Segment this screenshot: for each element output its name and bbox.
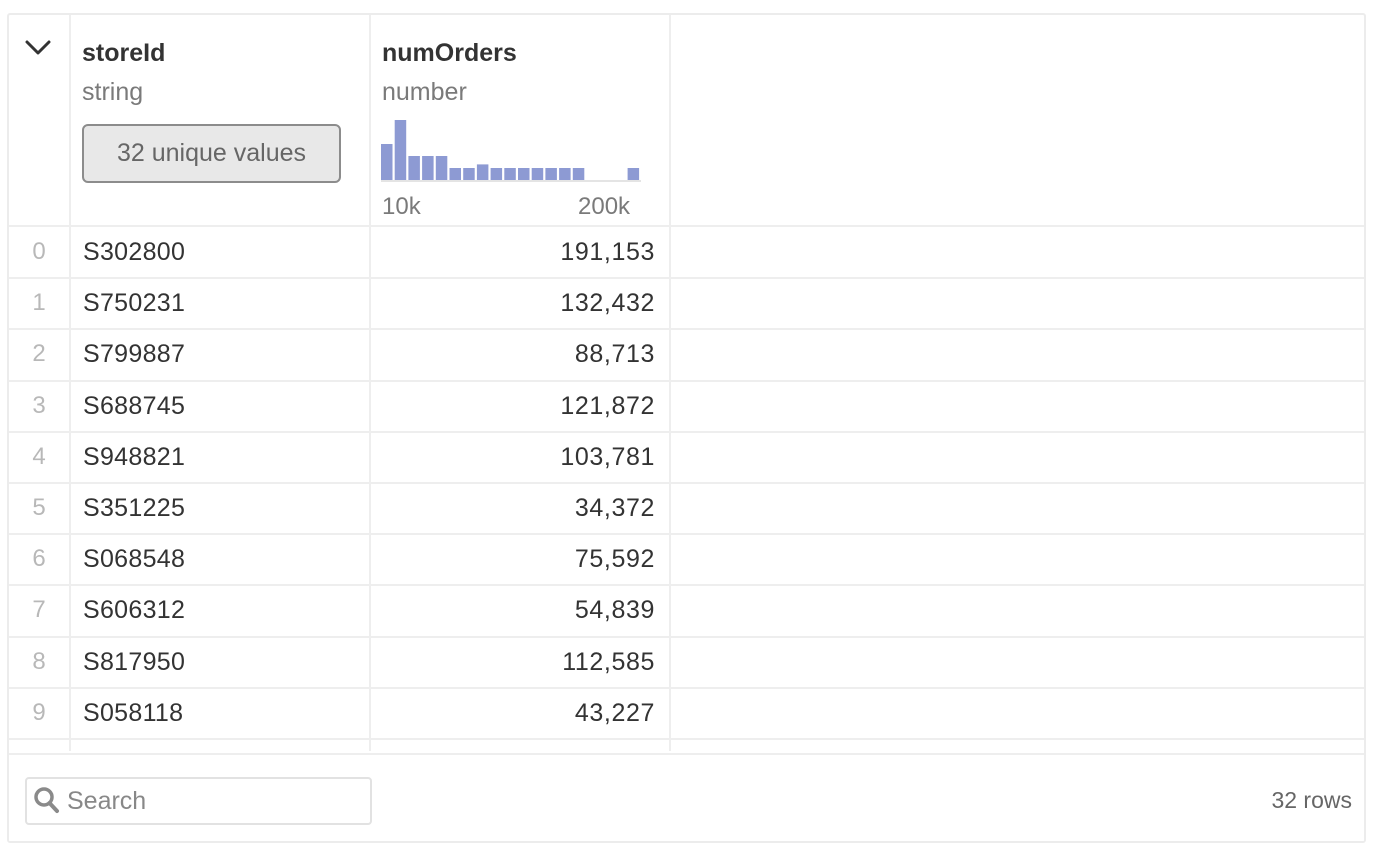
collapse-toggle-button[interactable] (21, 33, 55, 63)
histogram-bar[interactable] (531, 168, 544, 180)
cell-storeid: S948821 (83, 442, 186, 471)
cell-numorders: 43,227 (574, 698, 655, 727)
histogram-bar[interactable] (422, 156, 434, 180)
row-index: 0 (32, 238, 46, 265)
column-divider (369, 15, 371, 751)
row-index: 5 (32, 494, 46, 521)
histogram-bar[interactable] (381, 144, 393, 180)
histogram-bar[interactable] (449, 168, 462, 180)
row-divider (9, 738, 1364, 740)
histogram-max-label: 200k (578, 193, 631, 220)
search-box[interactable] (25, 777, 372, 825)
histogram-bar[interactable] (572, 168, 585, 180)
column-header-numorders[interactable]: numOrders (382, 39, 517, 68)
row-divider (9, 482, 1364, 484)
row-index: 9 (32, 698, 46, 726)
cell-numorders: 88,713 (574, 340, 655, 369)
row-divider (9, 430, 1364, 433)
table-footer: 32 rows (9, 753, 1364, 841)
header-divider (9, 225, 1364, 227)
histogram-bar[interactable] (408, 156, 420, 180)
data-table: storeId string 32 unique values numOrder… (7, 13, 1366, 843)
row-divider (9, 277, 1364, 280)
cell-numorders: 34,372 (574, 494, 655, 522)
cell-storeid: S688745 (83, 391, 186, 420)
row-index: 7 (32, 596, 46, 624)
histogram-bar[interactable] (504, 168, 516, 180)
unique-values-button[interactable]: 32 unique values (82, 124, 341, 183)
cell-numorders: 191,153 (560, 238, 655, 266)
cell-numorders: 121,872 (560, 391, 655, 420)
cell-numorders: 112,585 (562, 647, 655, 676)
cell-storeid: S068548 (83, 545, 186, 574)
cell-numorders: 75,592 (574, 545, 655, 574)
row-index: 3 (32, 391, 46, 419)
column-divider (669, 15, 671, 751)
histogram-bar[interactable] (476, 164, 489, 180)
cell-storeid: S799887 (83, 340, 186, 369)
row-divider (9, 533, 1364, 536)
cell-storeid: S606312 (83, 596, 186, 625)
column-type-storeid: string (82, 78, 144, 106)
cell-numorders: 132,432 (560, 289, 655, 318)
row-index: 6 (32, 545, 46, 573)
row-index: 1 (32, 289, 46, 317)
row-divider (9, 635, 1364, 638)
cell-storeid: S058118 (83, 698, 184, 727)
cell-storeid: S351225 (83, 494, 186, 522)
row-divider (9, 328, 1364, 331)
histogram-bar[interactable] (559, 168, 571, 180)
row-count: 32 rows (1271, 787, 1352, 813)
cell-storeid: S817950 (83, 647, 186, 676)
chevron-down-icon (25, 40, 51, 55)
histogram-bar[interactable] (435, 156, 448, 180)
cell-storeid: S750231 (83, 289, 186, 318)
row-divider (9, 584, 1364, 587)
cell-numorders: 54,839 (574, 596, 655, 625)
histogram-min-label: 10k (382, 193, 421, 220)
histogram-baseline (381, 180, 641, 182)
cell-numorders: 103,781 (560, 442, 655, 471)
row-divider (9, 379, 1364, 382)
search-input[interactable] (67, 783, 362, 819)
numorders-histogram[interactable] (381, 120, 641, 186)
column-header-storeid[interactable]: storeId (82, 39, 165, 68)
histogram-bar[interactable] (463, 168, 475, 180)
row-index: 4 (32, 442, 46, 470)
row-index: 2 (32, 340, 46, 368)
histogram-bar[interactable] (627, 168, 640, 180)
column-type-numorders: number (382, 78, 467, 106)
search-icon (34, 787, 59, 813)
cell-storeid: S302800 (83, 238, 186, 266)
histogram-bar[interactable] (518, 168, 530, 180)
histogram-bar[interactable] (545, 168, 557, 180)
histogram-bar[interactable] (394, 120, 407, 180)
histogram-bar[interactable] (490, 168, 503, 180)
row-index: 8 (32, 647, 46, 675)
row-divider (9, 686, 1364, 689)
column-divider (69, 15, 71, 751)
